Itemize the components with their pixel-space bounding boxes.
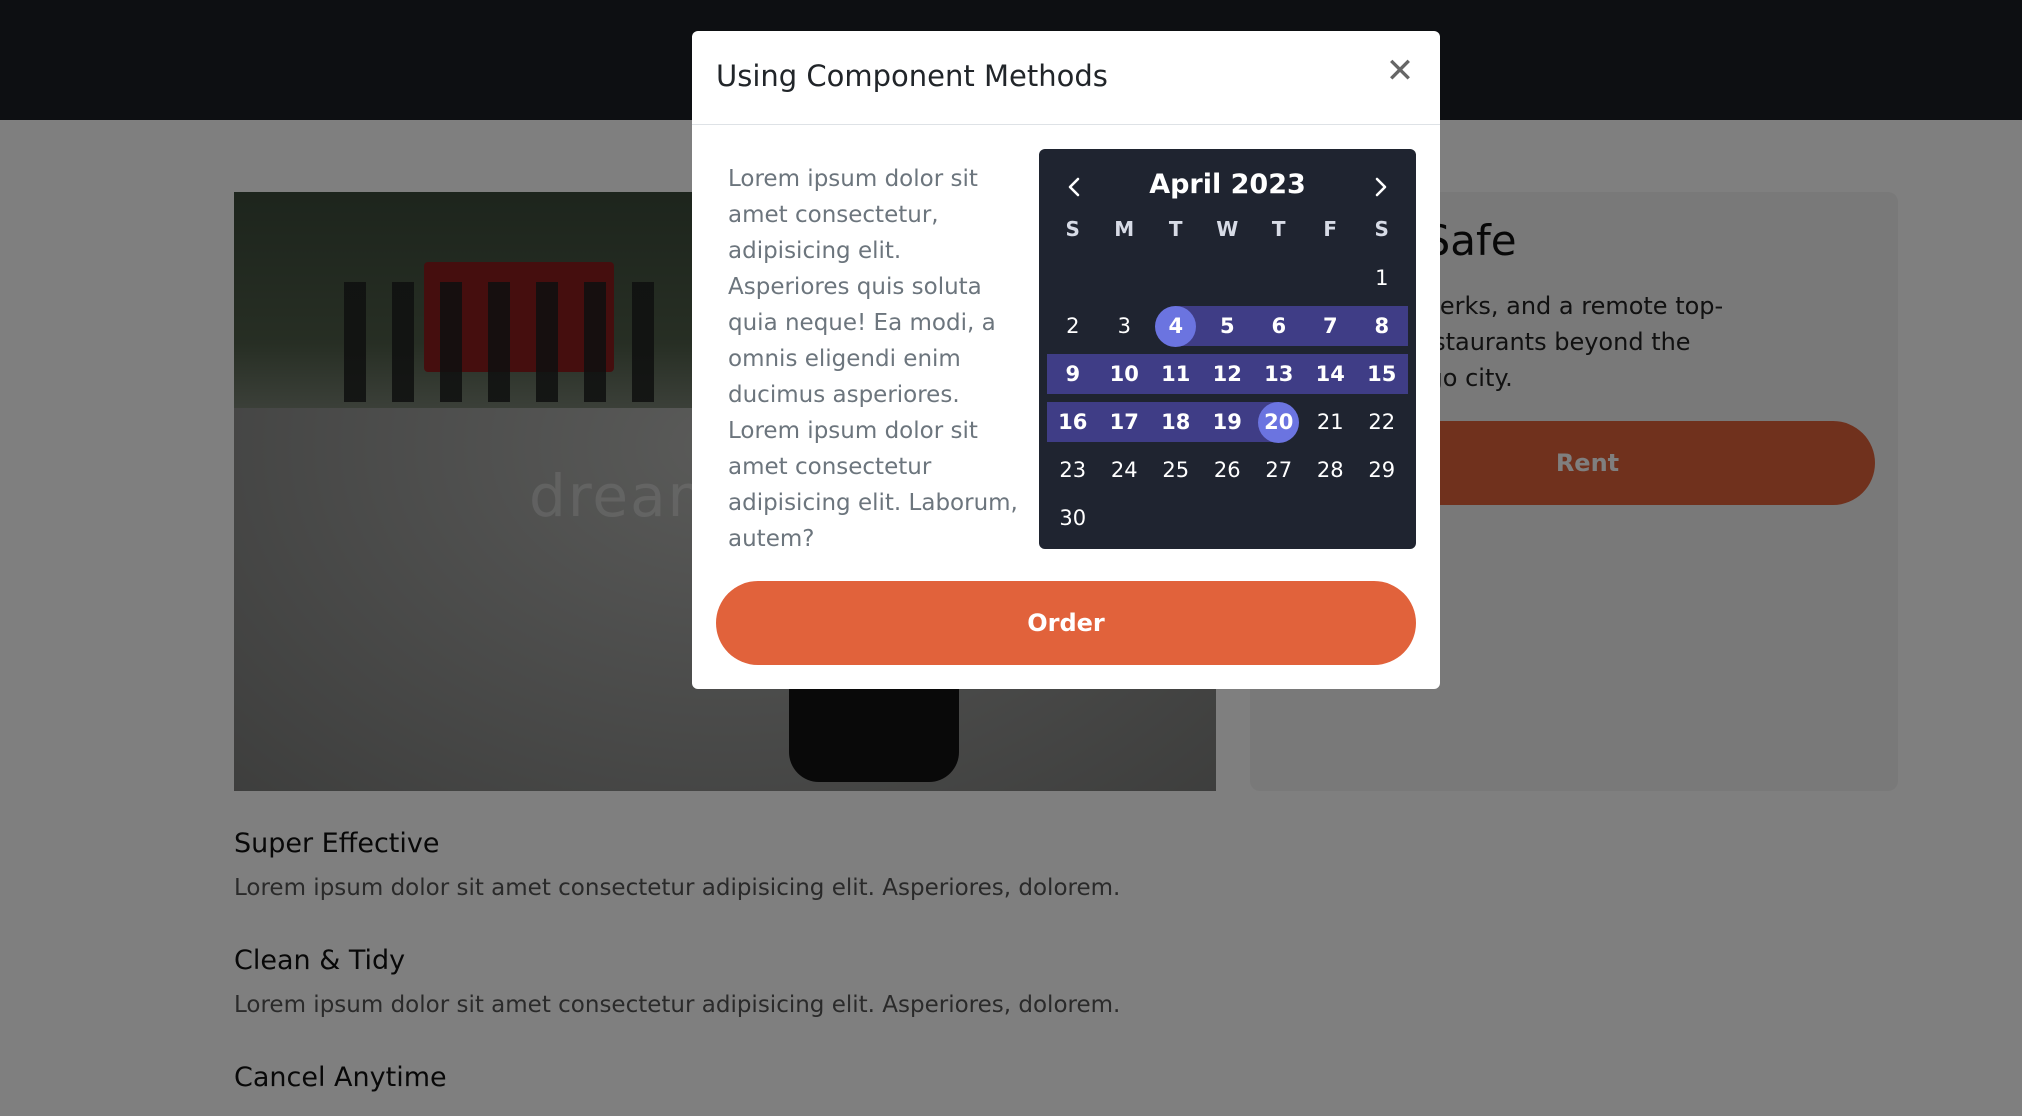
calendar-day-7[interactable]: 7 <box>1305 302 1357 350</box>
calendar-week-row: 2 3 4 5 6 7 8 <box>1047 302 1408 350</box>
calendar-day-label: 29 <box>1368 458 1396 482</box>
calendar-day-10[interactable]: 10 <box>1099 350 1151 398</box>
calendar-day-5[interactable]: 5 <box>1202 302 1254 350</box>
calendar-day-label: 15 <box>1367 362 1397 386</box>
weekday-label: M <box>1114 217 1135 241</box>
calendar-day-label: 24 <box>1110 458 1138 482</box>
calendar-day-label: 23 <box>1059 458 1087 482</box>
calendar-day-label: 19 <box>1212 410 1242 434</box>
calendar-day-17[interactable]: 17 <box>1099 398 1151 446</box>
calendar-empty-cell <box>1202 494 1254 542</box>
calendar-day-label: 28 <box>1316 458 1344 482</box>
calendar-day-label: 18 <box>1161 410 1191 434</box>
calendar-day-9[interactable]: 9 <box>1047 350 1099 398</box>
modal-header: Using Component Methods ✕ <box>692 31 1440 125</box>
calendar-day-18[interactable]: 18 <box>1150 398 1202 446</box>
calendar-empty-cell <box>1099 494 1151 542</box>
calendar-empty-cell <box>1305 254 1357 302</box>
calendar-day-19[interactable]: 19 <box>1202 398 1254 446</box>
calendar-day-label: 7 <box>1322 314 1338 338</box>
calendar-day-6[interactable]: 6 <box>1253 302 1305 350</box>
calendar-day-13[interactable]: 13 <box>1253 350 1305 398</box>
date-range-calendar: April 2023 SMTWTFS 1 2 3 4 5 6 7 8 9 10 11 12 13 14 15… <box>1039 149 1416 549</box>
calendar-week-row: 1 <box>1047 254 1408 302</box>
calendar-day-label: 3 <box>1117 314 1131 338</box>
calendar-empty-cell <box>1099 254 1151 302</box>
calendar-day-label: 13 <box>1264 362 1294 386</box>
calendar-empty-cell <box>1150 494 1202 542</box>
weekday-label: W <box>1216 217 1239 241</box>
calendar-day-30[interactable]: 30 <box>1047 494 1099 542</box>
calendar-day-11[interactable]: 11 <box>1150 350 1202 398</box>
calendar-empty-cell <box>1356 494 1408 542</box>
calendar-day-25[interactable]: 25 <box>1150 446 1202 494</box>
weekday-label: S <box>1065 217 1080 241</box>
calendar-day-29[interactable]: 29 <box>1356 446 1408 494</box>
calendar-day-label: 21 <box>1316 410 1344 434</box>
calendar-week-row: 30 <box>1047 494 1408 542</box>
calendar-day-label: 12 <box>1212 362 1242 386</box>
calendar-day-label: 30 <box>1059 506 1087 530</box>
calendar-empty-cell <box>1253 494 1305 542</box>
calendar-week-row: 23 24 25 26 27 28 29 <box>1047 446 1408 494</box>
close-icon[interactable]: ✕ <box>1380 51 1420 91</box>
calendar-day-label: 10 <box>1109 362 1139 386</box>
weekday-label: T <box>1271 217 1286 241</box>
calendar-day-12[interactable]: 12 <box>1202 350 1254 398</box>
calendar-empty-cell <box>1047 254 1099 302</box>
calendar-day-2[interactable]: 2 <box>1047 302 1099 350</box>
calendar-day-label: 26 <box>1213 458 1241 482</box>
calendar-day-26[interactable]: 26 <box>1202 446 1254 494</box>
calendar-day-label: 20 <box>1264 410 1294 434</box>
calendar-empty-cell <box>1202 254 1254 302</box>
calendar-empty-cell <box>1253 254 1305 302</box>
calendar-day-label: 27 <box>1265 458 1293 482</box>
calendar-day-label: 9 <box>1065 362 1081 386</box>
calendar-day-label: 17 <box>1109 410 1139 434</box>
calendar-day-grid: 1 2 3 4 5 6 7 8 9 10 11 12 13 14 15 16 17 18 19 20 21 22 23 24 2… <box>1047 254 1408 542</box>
calendar-week-row: 16 17 18 19 20 21 22 <box>1047 398 1408 446</box>
calendar-day-label: 6 <box>1271 314 1287 338</box>
calendar-day-22[interactable]: 22 <box>1356 398 1408 446</box>
calendar-empty-cell <box>1305 494 1357 542</box>
calendar-day-label: 25 <box>1162 458 1190 482</box>
calendar-day-8[interactable]: 8 <box>1356 302 1408 350</box>
calendar-empty-cell <box>1150 254 1202 302</box>
weekday-label: S <box>1374 217 1389 241</box>
calendar-day-15[interactable]: 15 <box>1356 350 1408 398</box>
calendar-day-24[interactable]: 24 <box>1099 446 1151 494</box>
calendar-week-row: 9 10 11 12 13 14 15 <box>1047 350 1408 398</box>
calendar-day-label: 1 <box>1375 266 1389 290</box>
calendar-day-label: 11 <box>1161 362 1191 386</box>
order-button[interactable]: Order <box>716 581 1416 665</box>
calendar-day-label: 22 <box>1368 410 1396 434</box>
calendar-weekdays: SMTWTFS <box>1047 217 1408 241</box>
chevron-right-icon[interactable] <box>1360 167 1400 207</box>
weekday-label: T <box>1168 217 1183 241</box>
calendar-day-label: 16 <box>1058 410 1088 434</box>
calendar-day-1[interactable]: 1 <box>1356 254 1408 302</box>
calendar-day-label: 2 <box>1066 314 1080 338</box>
calendar-day-23[interactable]: 23 <box>1047 446 1099 494</box>
calendar-day-label: 14 <box>1315 362 1345 386</box>
modal-title: Using Component Methods <box>716 59 1108 93</box>
calendar-day-21[interactable]: 21 <box>1305 398 1357 446</box>
modal-body-text: Lorem ipsum dolor sit amet consectetur, … <box>728 166 1018 552</box>
calendar-day-14[interactable]: 14 <box>1305 350 1357 398</box>
calendar-day-label: 4 <box>1168 314 1184 338</box>
calendar-day-20[interactable]: 20 <box>1253 398 1305 446</box>
calendar-day-28[interactable]: 28 <box>1305 446 1357 494</box>
calendar-day-3[interactable]: 3 <box>1099 302 1151 350</box>
calendar-day-label: 8 <box>1374 314 1390 338</box>
calendar-day-label: 5 <box>1219 314 1235 338</box>
calendar-day-4[interactable]: 4 <box>1150 302 1202 350</box>
calendar-day-16[interactable]: 16 <box>1047 398 1099 446</box>
modal-dialog: Using Component Methods ✕ Lorem ipsum do… <box>692 31 1440 689</box>
weekday-label: F <box>1323 217 1338 241</box>
calendar-day-27[interactable]: 27 <box>1253 446 1305 494</box>
